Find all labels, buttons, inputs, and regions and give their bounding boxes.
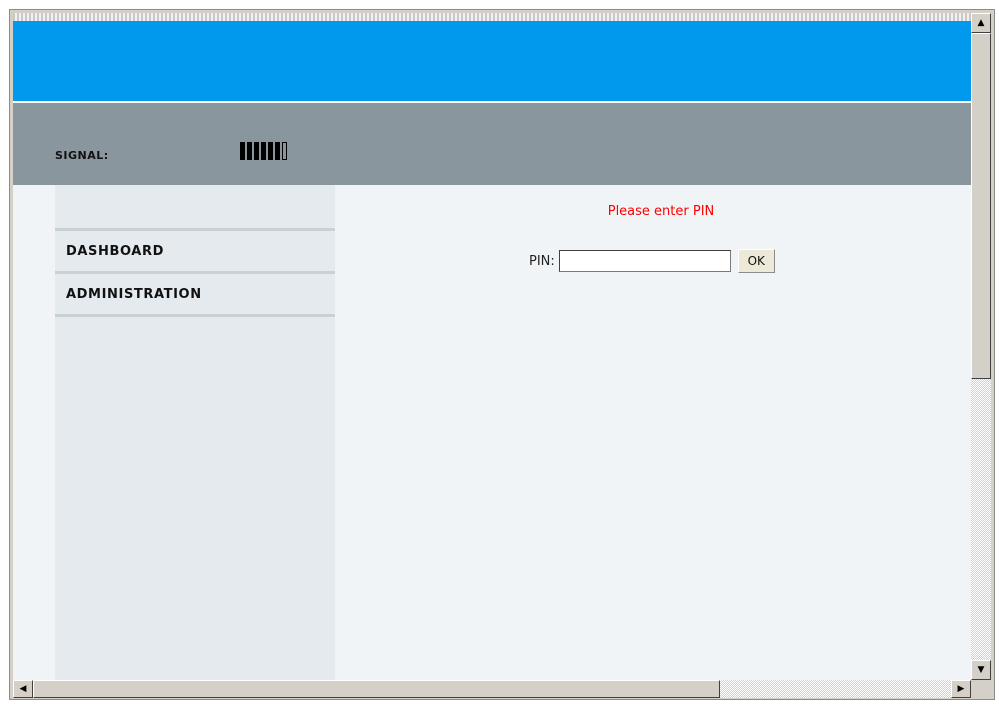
vertical-scrollbar[interactable]: ▲ ▼ xyxy=(971,13,991,680)
signal-strength-icon xyxy=(240,142,287,160)
signal-bar xyxy=(275,142,280,160)
pin-input[interactable] xyxy=(558,250,731,272)
sidebar-item-administration[interactable]: ADMINISTRATION xyxy=(55,274,335,317)
sidebar: DASHBOARD ADMINISTRATION xyxy=(55,185,335,680)
scrollbar-corner xyxy=(971,680,991,698)
page-viewport: SIGNAL: DASHBOARD ADMINISTRATION Please … xyxy=(13,13,971,680)
signal-bar xyxy=(261,142,266,160)
signal-bar xyxy=(247,142,252,160)
signal-bar xyxy=(254,142,259,160)
signal-bar xyxy=(240,142,245,160)
pin-prompt-message: Please enter PIN xyxy=(607,204,715,219)
signal-bar xyxy=(268,142,273,160)
arrow-down-icon[interactable]: ▼ xyxy=(971,660,991,680)
horizontal-scroll-thumb[interactable] xyxy=(33,680,720,698)
header-banner xyxy=(13,21,971,101)
arrow-up-icon[interactable]: ▲ xyxy=(971,13,991,33)
signal-label: SIGNAL: xyxy=(55,149,109,162)
arrow-right-icon[interactable]: ▶ xyxy=(951,680,971,698)
sidebar-spacer xyxy=(55,185,335,231)
top-border xyxy=(13,13,971,21)
arrow-left-icon[interactable]: ◀ xyxy=(13,680,33,698)
signal-bar xyxy=(282,142,287,160)
vertical-scroll-track[interactable] xyxy=(971,379,991,660)
pin-form: PIN: OK xyxy=(529,249,775,273)
sidebar-item-dashboard[interactable]: DASHBOARD xyxy=(55,231,335,274)
status-bar: SIGNAL: xyxy=(13,103,971,185)
pin-label: PIN: xyxy=(529,253,555,269)
ok-button[interactable]: OK xyxy=(737,249,775,273)
vertical-scroll-thumb[interactable] xyxy=(971,33,991,379)
horizontal-scrollbar[interactable]: ◀ ▶ xyxy=(13,680,971,698)
browser-frame: SIGNAL: DASHBOARD ADMINISTRATION Please … xyxy=(9,9,995,700)
main-content: Please enter PIN PIN: OK xyxy=(335,185,971,680)
horizontal-scroll-track[interactable] xyxy=(720,680,951,698)
